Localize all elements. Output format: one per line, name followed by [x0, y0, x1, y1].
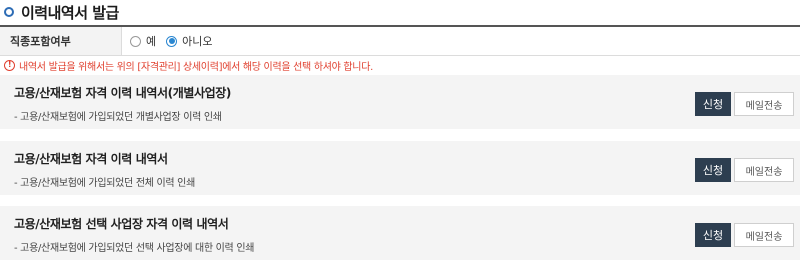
card-title: 고용/산재보험 선택 사업장 자격 이력 내역서	[14, 217, 229, 231]
card-description: - 고용/산재보험에 가입되었던 선택 사업장에 대한 이력 인쇄	[14, 243, 255, 254]
send-mail-button[interactable]: 메일전송	[734, 158, 794, 182]
option-radio-group: 예 아니오	[122, 27, 223, 55]
notice-text: 내역서 발급을 위해서는 위의 [자격관리] 상세이력]에서 해당 이력을 선택…	[19, 61, 373, 73]
card-title: 고용/산재보험 자격 이력 내역서	[14, 152, 168, 166]
card-individual-workplace: 고용/산재보험 자격 이력 내역서(개별사업장) - 고용/산재보험에 가입되었…	[0, 75, 800, 129]
option-row: 직종포함여부 예 아니오	[0, 25, 800, 56]
apply-button[interactable]: 신청	[695, 158, 731, 182]
radio-on-icon[interactable]	[166, 35, 178, 47]
radio-off-icon[interactable]	[130, 35, 141, 47]
send-mail-button[interactable]: 메일전송	[734, 223, 794, 247]
notice-message: ! 내역서 발급을 위해서는 위의 [자격관리] 상세이력]에서 해당 이력을 …	[4, 58, 373, 73]
section-header: 이력내역서 발급	[4, 1, 119, 23]
send-mail-button[interactable]: 메일전송	[734, 92, 794, 116]
page-title: 이력내역서 발급	[21, 3, 119, 22]
card-selected-workplace: 고용/산재보험 선택 사업장 자격 이력 내역서 - 고용/산재보험에 가입되었…	[0, 206, 800, 260]
option-label: 직종포함여부	[0, 27, 122, 55]
card-all-history: 고용/산재보험 자격 이력 내역서 - 고용/산재보험에 가입되었던 전체 이력…	[0, 141, 800, 195]
card-description: - 고용/산재보험에 가입되었던 개별사업장 이력 인쇄	[14, 112, 222, 123]
apply-button[interactable]: 신청	[695, 92, 731, 116]
bullet-circle-icon	[4, 7, 14, 17]
radio-yes[interactable]: 예	[130, 33, 156, 49]
card-description: - 고용/산재보험에 가입되었던 전체 이력 인쇄	[14, 178, 195, 189]
radio-yes-label: 예	[146, 35, 157, 48]
card-title: 고용/산재보험 자격 이력 내역서(개별사업장)	[14, 86, 232, 100]
apply-button[interactable]: 신청	[695, 223, 731, 247]
warning-icon: !	[4, 59, 15, 71]
radio-no-label: 아니오	[182, 35, 213, 48]
radio-no[interactable]: 아니오	[166, 33, 213, 49]
